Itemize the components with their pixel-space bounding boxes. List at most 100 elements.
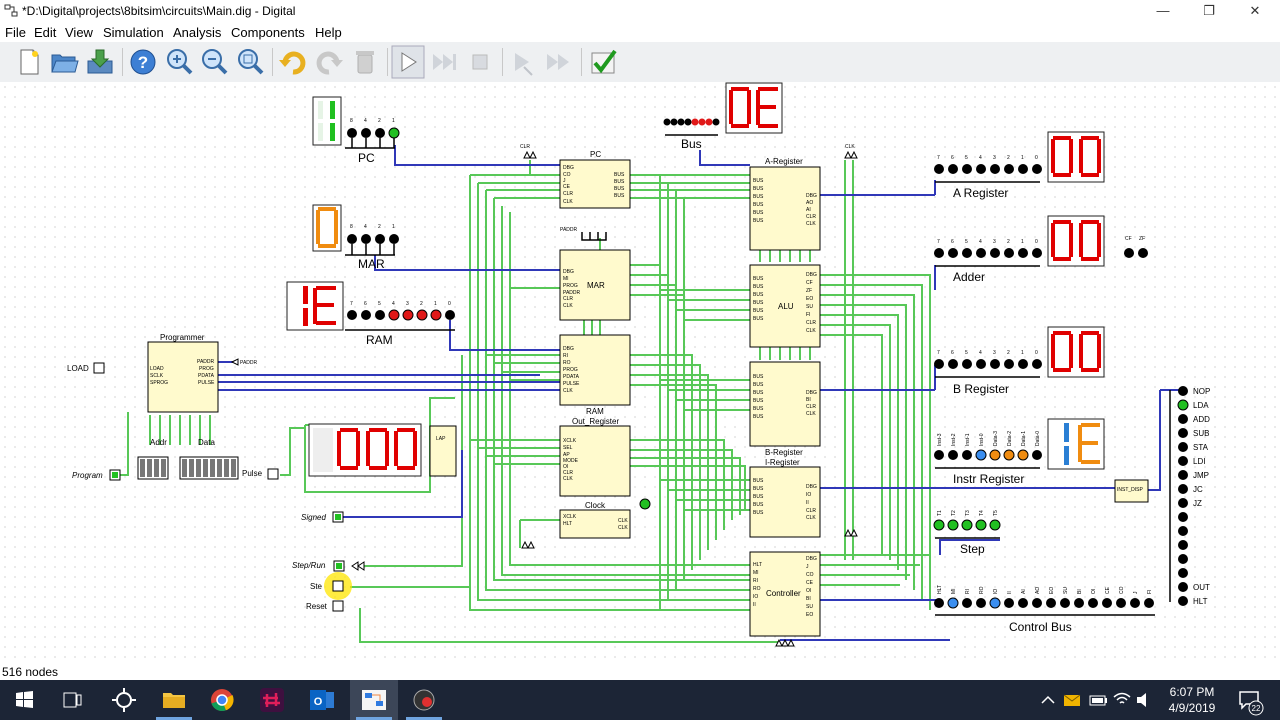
svg-text:Adder: Adder (953, 270, 985, 284)
svg-text:DBG: DBG (806, 556, 817, 562)
circuit-canvas[interactable]: .g { stroke:#58c858; stroke-width:2; fil… (0, 82, 1280, 662)
svg-text:5: 5 (965, 239, 968, 245)
action-center-icon[interactable]: 22 (1234, 680, 1264, 720)
new-icon[interactable] (12, 45, 46, 79)
svg-text:A-Register: A-Register (765, 157, 803, 166)
stop-icon[interactable] (463, 45, 497, 79)
b-register-digit-display (1047, 326, 1105, 378)
clock-block[interactable]: Clock XCLKHLT CLKCLK (559, 501, 631, 539)
svg-text:3: 3 (993, 239, 996, 245)
svg-text:EO: EO (1049, 587, 1055, 594)
battery-icon[interactable] (1086, 680, 1110, 720)
pc-block[interactable]: PC DBGCOJ CECLRCLK BUSBUSBUSBUS (559, 150, 631, 209)
svg-text:Programmer: Programmer (160, 333, 205, 342)
svg-text:II: II (806, 500, 809, 506)
a-register-block[interactable]: A-Register BUSBUSBUS BUSBUSBUS DBGAOAICL… (749, 157, 821, 251)
controller-block[interactable]: Controller HLTMIRI ROIOII DBGJCO CEOIBIS… (749, 551, 821, 637)
open-icon[interactable] (47, 45, 81, 79)
i-register-block[interactable]: I-Register BUS BUS BUS BUS BUS DBG IO II CLRCL… (749, 458, 821, 538)
svg-text:0: 0 (1035, 155, 1038, 161)
digital-app-icon[interactable] (350, 680, 398, 720)
slack-icon[interactable] (248, 680, 296, 720)
svg-text:OI: OI (806, 588, 811, 594)
cortana-icon[interactable] (100, 680, 148, 720)
addr-dip-switch[interactable]: Addr (137, 438, 169, 480)
menu-view[interactable]: View (65, 25, 93, 40)
redo-icon[interactable] (312, 45, 346, 79)
svg-text:7: 7 (937, 155, 940, 161)
zoom-in-icon[interactable] (162, 45, 196, 79)
inst-disp-block[interactable]: INST_DISP (1114, 479, 1149, 503)
micro-step-icon[interactable] (506, 45, 540, 79)
svg-text:HLT: HLT (753, 562, 762, 568)
svg-text:Step: Step (960, 542, 985, 556)
menu-components[interactable]: Components (231, 25, 305, 40)
close-button[interactable]: ✕ (1232, 0, 1278, 22)
svg-text:CE: CE (806, 580, 814, 586)
clock-date: 4/9/2019 (1168, 701, 1216, 715)
svg-text:T5: T5 (993, 510, 999, 516)
svg-text:6: 6 (951, 155, 954, 161)
menu-help[interactable]: Help (315, 25, 342, 40)
svg-text:Instr Register: Instr Register (953, 472, 1024, 486)
taskbar-clock[interactable]: 6:07 PM 4/9/2019 (1150, 684, 1234, 716)
wifi-icon[interactable] (1110, 680, 1134, 720)
analyse-icon[interactable] (586, 45, 620, 79)
save-icon[interactable] (83, 45, 117, 79)
delete-icon[interactable] (348, 45, 382, 79)
bus-digit-display (725, 82, 783, 134)
start-icon[interactable] (0, 680, 48, 720)
menu-simulation[interactable]: Simulation (103, 25, 164, 40)
pulse-button[interactable]: Pulse (242, 468, 279, 480)
svg-text:Control Bus: Control Bus (1009, 620, 1072, 634)
chrome-icon[interactable] (198, 680, 246, 720)
zoom-out-icon[interactable] (197, 45, 231, 79)
outlook-icon[interactable]: O (298, 680, 346, 720)
ram-block[interactable]: RAM DBGRIRO PROGPDATAPULSECLK (559, 334, 631, 416)
svg-text:T4: T4 (979, 510, 985, 516)
task-view-icon[interactable] (48, 680, 96, 720)
file-explorer-icon[interactable] (150, 680, 198, 720)
step-leds: T1 T2 T3 T4 T5 Step (933, 510, 1001, 556)
reset-button[interactable]: Reset (306, 600, 344, 612)
mail-icon[interactable] (1060, 680, 1084, 720)
help-icon[interactable]: ? (126, 45, 160, 79)
obs-icon[interactable] (400, 680, 448, 720)
fit-icon[interactable] (233, 45, 267, 79)
fast-run-icon[interactable] (542, 45, 576, 79)
programmer-block[interactable]: Programmer LOADSCLKSPROG PADDRPROGPDATAP… (147, 333, 258, 413)
minimize-button[interactable]: — (1140, 0, 1186, 22)
svg-text:BUS: BUS (753, 478, 764, 484)
alu-block[interactable]: ALU BUS BUS BUS BUS BUS BUS DBG CF ZF EO SU FI CL… (749, 264, 821, 348)
step-run-switch[interactable]: Step/Run (292, 560, 345, 572)
window-title: *D:\Digital\projects\8bitsim\circuits\Ma… (22, 4, 296, 18)
svg-text:IO: IO (806, 492, 811, 498)
adder-leds: 7 6 5 4 3 2 1 0 Adder CF ZF (934, 236, 1148, 284)
svg-text:MI: MI (563, 276, 569, 282)
maximize-button[interactable]: ❐ (1186, 0, 1232, 22)
step-button[interactable]: Ste (310, 572, 352, 600)
svg-text:Addr: Addr (150, 438, 167, 447)
menu-analysis[interactable]: Analysis (173, 25, 221, 40)
svg-text:BUS: BUS (753, 202, 764, 208)
out-register-block[interactable]: Out_Register XCLKSELAP MODEOICLRCLK (559, 417, 631, 497)
menu-edit[interactable]: Edit (34, 25, 56, 40)
b-register-block[interactable]: B-Register BUS BUS BUS BUS BUS BUS DBGBICLRC… (749, 361, 821, 457)
svg-text:LAP: LAP (436, 436, 446, 442)
svg-text:Inst-2: Inst-2 (951, 433, 957, 446)
menu-file[interactable]: File (5, 25, 26, 40)
step-icon[interactable] (427, 45, 461, 79)
svg-text:0: 0 (1035, 239, 1038, 245)
svg-text:CLR: CLR (563, 296, 573, 302)
signed-switch[interactable]: Signed (301, 511, 344, 523)
lap-block[interactable]: LAP (429, 425, 457, 477)
svg-text:B-Register: B-Register (765, 448, 803, 457)
run-icon[interactable] (391, 45, 425, 79)
mar-block[interactable]: MAR DBGMIPROG PADDRCLRCLK PADDR (559, 227, 631, 321)
program-switch[interactable]: Program (72, 469, 121, 481)
data-dip-switch[interactable]: Data (179, 438, 239, 480)
svg-text:PADDR: PADDR (560, 227, 578, 233)
undo-icon[interactable] (276, 45, 310, 79)
svg-text:RO: RO (753, 586, 761, 592)
load-button[interactable]: LOAD (67, 362, 105, 374)
